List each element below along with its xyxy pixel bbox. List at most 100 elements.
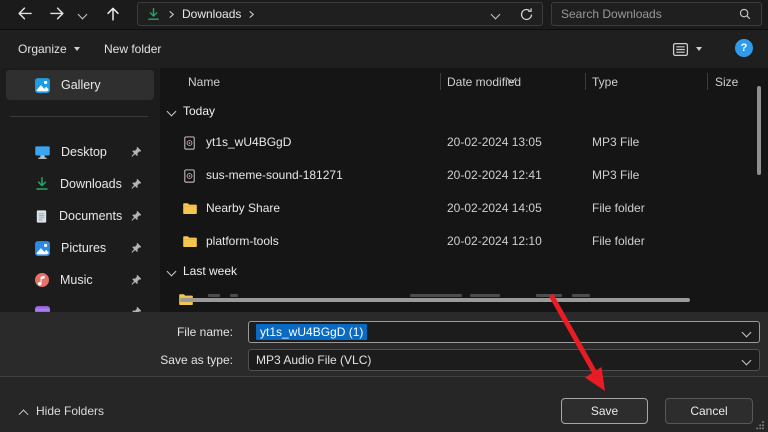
sidebar-item-gallery[interactable]: Gallery [6,70,154,100]
search-icon[interactable] [738,7,752,21]
organize-button[interactable]: Organize [10,37,88,61]
pin-icon [130,210,142,222]
pin-icon [130,178,142,190]
group-label: Last week [183,264,237,278]
file-row[interactable]: Nearby Share 20-02-2024 14:05 File folde… [160,192,768,225]
file-type: File folder [592,225,645,258]
folder-icon [182,234,198,250]
chevron-down-icon [167,266,177,276]
downloads-folder-icon [146,7,161,22]
group-label: Today [183,104,215,118]
music-icon [34,272,50,288]
file-row[interactable]: sus-meme-sound-181271 20-02-2024 12:41 M… [160,159,768,192]
file-row[interactable]: platform-tools 20-02-2024 12:10 File fol… [160,225,768,258]
navigation-pane: Gallery Desktop Downloads [0,68,160,312]
clipped-text [470,294,500,297]
sidebar-item-documents[interactable]: Documents [6,202,154,230]
vertical-scrollbar[interactable] [757,86,761,175]
up-button[interactable] [100,2,126,26]
breadcrumb-chevron-icon [167,10,176,19]
chevron-down-icon[interactable] [742,328,752,338]
help-icon: ? [741,42,748,54]
navigation-bar: Downloads Search Downloads [0,0,768,30]
sidebar-item-videos-partial[interactable] [6,298,154,312]
column-separator[interactable] [707,73,708,90]
sidebar-item-music[interactable]: Music [6,266,154,294]
sidebar-item-pictures[interactable]: Pictures [6,234,154,262]
cancel-button[interactable]: Cancel [665,398,753,424]
file-name: platform-tools [206,225,279,258]
save-as-type-value: MP3 Audio File (VLC) [256,353,371,367]
mp3-file-icon [182,135,197,150]
file-name-input[interactable]: yt1s_wU4BGgD (1) [248,321,760,343]
sidebar-item-label: Gallery [61,78,101,92]
back-button[interactable] [12,2,38,26]
search-placeholder: Search Downloads [561,7,738,21]
sidebar-item-desktop[interactable]: Desktop [6,138,154,166]
file-list: Name Date modified Type Size Today yt1s_… [160,68,768,312]
file-name: yt1s_wU4BGgD [206,126,291,159]
caret-down-icon [696,47,702,51]
mp3-file-icon [182,168,197,183]
column-header-type[interactable]: Type [592,68,618,96]
column-header-size[interactable]: Size [715,68,738,96]
hide-folders-button[interactable]: Hide Folders [20,404,104,418]
hide-folders-label: Hide Folders [36,404,104,418]
forward-icon [48,5,66,23]
refresh-icon[interactable] [519,7,534,22]
sidebar-item-label: Downloads [60,177,122,191]
clipped-text [208,294,220,297]
pin-icon [130,274,142,286]
address-bar[interactable]: Downloads [137,2,543,26]
file-type: MP3 File [592,126,639,159]
save-button-label: Save [591,404,618,418]
chevron-down-icon[interactable] [742,356,752,366]
sidebar-divider [10,116,148,117]
downloads-icon [34,176,50,192]
sidebar-item-label: Desktop [61,145,107,159]
save-as-type-label: Save as type: [0,349,233,371]
column-header-name[interactable]: Name [188,68,220,96]
save-button[interactable]: Save [561,398,648,424]
clipped-text [572,294,590,297]
column-separator[interactable] [440,73,441,90]
column-separator[interactable] [585,73,586,90]
pictures-icon [34,240,51,257]
group-header-today[interactable]: Today [160,96,768,126]
help-button[interactable]: ? [735,39,753,57]
resize-grip[interactable] [754,419,765,430]
horizontal-scrollbar[interactable] [180,298,690,302]
list-view-icon [672,41,689,58]
pin-icon [130,242,142,254]
file-name-label: File name: [0,321,233,343]
back-icon [16,5,34,23]
pin-icon [130,146,142,158]
breadcrumb-chevron-icon[interactable] [247,10,256,19]
sidebar-item-label: Music [60,273,93,287]
file-date-modified: 20-02-2024 14:05 [447,192,542,225]
documents-icon [34,209,49,224]
forward-button[interactable] [44,2,70,26]
clipped-text [536,294,562,297]
gallery-icon [34,77,51,94]
group-header-last-week[interactable]: Last week [160,258,768,284]
sidebar-item-label: Documents [59,209,122,223]
file-type: File folder [592,192,645,225]
new-folder-label: New folder [104,42,161,56]
file-row[interactable]: yt1s_wU4BGgD 20-02-2024 13:05 MP3 File [160,126,768,159]
dialog-footer: Hide Folders Save Cancel [0,376,768,432]
save-as-type-select[interactable]: MP3 Audio File (VLC) [248,349,760,371]
breadcrumb-downloads[interactable]: Downloads [182,7,241,21]
recent-locations-button[interactable] [72,2,92,26]
column-header-date-modified[interactable]: Date modified [447,68,521,96]
new-folder-button[interactable]: New folder [96,37,169,61]
up-icon [104,5,122,23]
chevron-down-icon [167,106,177,116]
change-view-button[interactable] [664,37,710,61]
clipped-text [230,294,238,297]
search-box[interactable]: Search Downloads [551,2,762,26]
address-dropdown-icon[interactable] [491,9,501,19]
save-panel: File name: yt1s_wU4BGgD (1) Save as type… [0,312,768,432]
sidebar-item-downloads[interactable]: Downloads [6,170,154,198]
file-name: sus-meme-sound-181271 [206,159,343,192]
